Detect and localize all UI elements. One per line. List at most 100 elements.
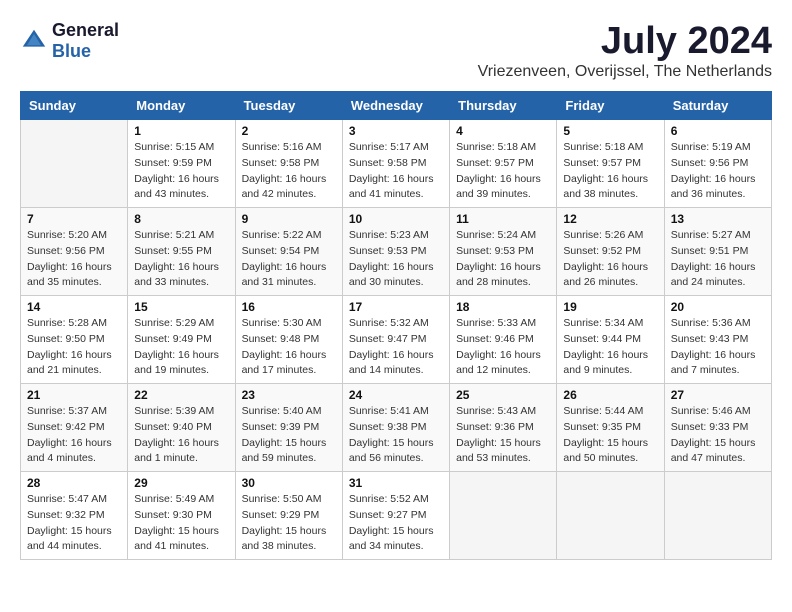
calendar-cell: 11 Sunrise: 5:24 AM Sunset: 9:53 PM Dayli… <box>450 208 557 296</box>
calendar-cell: 17Sunrise: 5:32 AM Sunset: 9:47 PM Dayli… <box>342 296 449 384</box>
calendar-week-row: 1 Sunrise: 5:15 AM Sunset: 9:59 PM Daylig… <box>21 120 772 208</box>
logo-text-general: General <box>52 20 119 40</box>
day-number: 9 <box>242 212 336 226</box>
weekday-header: Saturday <box>664 92 771 120</box>
day-number: 24 <box>349 388 443 402</box>
day-info: Sunrise: 5:29 AM Sunset: 9:49 PM Dayligh… <box>134 316 228 379</box>
calendar-cell: 12Sunrise: 5:26 AM Sunset: 9:52 PM Dayli… <box>557 208 664 296</box>
calendar-cell: 30 Sunrise: 5:50 AM Sunset: 9:29 PM Dayli… <box>235 472 342 560</box>
day-info: Sunrise: 5:16 AM Sunset: 9:58 PM Dayligh… <box>242 140 336 203</box>
calendar-cell: 4 Sunrise: 5:18 AM Sunset: 9:57 PM Daylig… <box>450 120 557 208</box>
day-info: Sunrise: 5:37 AM Sunset: 9:42 PM Dayligh… <box>27 404 121 467</box>
calendar-cell <box>664 472 771 560</box>
day-info: Sunrise: 5:43 AM Sunset: 9:36 PM Dayligh… <box>456 404 550 467</box>
logo-text-blue: Blue <box>52 41 91 61</box>
calendar-cell: 22Sunrise: 5:39 AM Sunset: 9:40 PM Dayli… <box>128 384 235 472</box>
calendar-week-row: 14Sunrise: 5:28 AM Sunset: 9:50 PM Dayli… <box>21 296 772 384</box>
subtitle: Vriezenveen, Overijssel, The Netherlands <box>478 63 772 81</box>
day-info: Sunrise: 5:15 AM Sunset: 9:59 PM Dayligh… <box>134 140 228 203</box>
calendar-cell: 16 Sunrise: 5:30 AM Sunset: 9:48 PM Dayli… <box>235 296 342 384</box>
day-info: Sunrise: 5:46 AM Sunset: 9:33 PM Dayligh… <box>671 404 765 467</box>
day-info: Sunrise: 5:39 AM Sunset: 9:40 PM Dayligh… <box>134 404 228 467</box>
day-number: 20 <box>671 300 765 314</box>
weekday-header: Wednesday <box>342 92 449 120</box>
calendar-cell: 14Sunrise: 5:28 AM Sunset: 9:50 PM Dayli… <box>21 296 128 384</box>
logo: General Blue <box>20 20 119 62</box>
day-number: 3 <box>349 124 443 138</box>
day-number: 19 <box>563 300 657 314</box>
calendar-cell: 27 Sunrise: 5:46 AM Sunset: 9:33 PM Dayli… <box>664 384 771 472</box>
calendar-cell: 21 Sunrise: 5:37 AM Sunset: 9:42 PM Dayli… <box>21 384 128 472</box>
day-info: Sunrise: 5:17 AM Sunset: 9:58 PM Dayligh… <box>349 140 443 203</box>
calendar-cell: 13 Sunrise: 5:27 AM Sunset: 9:51 PM Dayli… <box>664 208 771 296</box>
day-number: 4 <box>456 124 550 138</box>
calendar-week-row: 7Sunrise: 5:20 AM Sunset: 9:56 PM Daylig… <box>21 208 772 296</box>
day-info: Sunrise: 5:52 AM Sunset: 9:27 PM Dayligh… <box>349 492 443 555</box>
day-number: 5 <box>563 124 657 138</box>
day-info: Sunrise: 5:18 AM Sunset: 9:57 PM Dayligh… <box>456 140 550 203</box>
day-info: Sunrise: 5:49 AM Sunset: 9:30 PM Dayligh… <box>134 492 228 555</box>
day-number: 1 <box>134 124 228 138</box>
day-number: 6 <box>671 124 765 138</box>
calendar-cell: 7Sunrise: 5:20 AM Sunset: 9:56 PM Daylig… <box>21 208 128 296</box>
day-info: Sunrise: 5:27 AM Sunset: 9:51 PM Dayligh… <box>671 228 765 291</box>
day-info: Sunrise: 5:22 AM Sunset: 9:54 PM Dayligh… <box>242 228 336 291</box>
calendar-cell: 18 Sunrise: 5:33 AM Sunset: 9:46 PM Dayli… <box>450 296 557 384</box>
day-info: Sunrise: 5:41 AM Sunset: 9:38 PM Dayligh… <box>349 404 443 467</box>
day-number: 30 <box>242 476 336 490</box>
day-info: Sunrise: 5:24 AM Sunset: 9:53 PM Dayligh… <box>456 228 550 291</box>
day-info: Sunrise: 5:33 AM Sunset: 9:46 PM Dayligh… <box>456 316 550 379</box>
calendar-cell: 3 Sunrise: 5:17 AM Sunset: 9:58 PM Daylig… <box>342 120 449 208</box>
calendar-cell: 29 Sunrise: 5:49 AM Sunset: 9:30 PM Dayli… <box>128 472 235 560</box>
calendar-week-row: 28Sunrise: 5:47 AM Sunset: 9:32 PM Dayli… <box>21 472 772 560</box>
day-number: 28 <box>27 476 121 490</box>
day-info: Sunrise: 5:23 AM Sunset: 9:53 PM Dayligh… <box>349 228 443 291</box>
day-number: 17 <box>349 300 443 314</box>
day-info: Sunrise: 5:44 AM Sunset: 9:35 PM Dayligh… <box>563 404 657 467</box>
day-number: 29 <box>134 476 228 490</box>
day-info: Sunrise: 5:21 AM Sunset: 9:55 PM Dayligh… <box>134 228 228 291</box>
day-number: 27 <box>671 388 765 402</box>
logo-icon <box>20 27 48 55</box>
calendar-cell: 1 Sunrise: 5:15 AM Sunset: 9:59 PM Daylig… <box>128 120 235 208</box>
weekday-header: Monday <box>128 92 235 120</box>
calendar-cell <box>21 120 128 208</box>
day-number: 12 <box>563 212 657 226</box>
calendar-cell: 10 Sunrise: 5:23 AM Sunset: 9:53 PM Dayli… <box>342 208 449 296</box>
day-number: 13 <box>671 212 765 226</box>
day-info: Sunrise: 5:20 AM Sunset: 9:56 PM Dayligh… <box>27 228 121 291</box>
calendar-cell <box>557 472 664 560</box>
day-number: 26 <box>563 388 657 402</box>
weekday-header: Tuesday <box>235 92 342 120</box>
day-number: 10 <box>349 212 443 226</box>
weekday-header: Thursday <box>450 92 557 120</box>
day-number: 2 <box>242 124 336 138</box>
calendar-cell: 5 Sunrise: 5:18 AM Sunset: 9:57 PM Daylig… <box>557 120 664 208</box>
day-number: 16 <box>242 300 336 314</box>
day-number: 18 <box>456 300 550 314</box>
day-info: Sunrise: 5:34 AM Sunset: 9:44 PM Dayligh… <box>563 316 657 379</box>
calendar-cell: 15Sunrise: 5:29 AM Sunset: 9:49 PM Dayli… <box>128 296 235 384</box>
calendar-header-row: SundayMondayTuesdayWednesdayThursdayFrid… <box>21 92 772 120</box>
calendar-cell: 8Sunrise: 5:21 AM Sunset: 9:55 PM Daylig… <box>128 208 235 296</box>
day-info: Sunrise: 5:30 AM Sunset: 9:48 PM Dayligh… <box>242 316 336 379</box>
day-info: Sunrise: 5:18 AM Sunset: 9:57 PM Dayligh… <box>563 140 657 203</box>
day-number: 11 <box>456 212 550 226</box>
calendar-cell: 25Sunrise: 5:43 AM Sunset: 9:36 PM Dayli… <box>450 384 557 472</box>
calendar-cell: 19 Sunrise: 5:34 AM Sunset: 9:44 PM Dayli… <box>557 296 664 384</box>
calendar-cell: 9 Sunrise: 5:22 AM Sunset: 9:54 PM Daylig… <box>235 208 342 296</box>
day-number: 21 <box>27 388 121 402</box>
calendar-week-row: 21 Sunrise: 5:37 AM Sunset: 9:42 PM Dayli… <box>21 384 772 472</box>
day-info: Sunrise: 5:50 AM Sunset: 9:29 PM Dayligh… <box>242 492 336 555</box>
day-number: 23 <box>242 388 336 402</box>
main-title: July 2024 <box>478 20 772 63</box>
calendar-cell: 28Sunrise: 5:47 AM Sunset: 9:32 PM Dayli… <box>21 472 128 560</box>
day-number: 14 <box>27 300 121 314</box>
day-info: Sunrise: 5:19 AM Sunset: 9:56 PM Dayligh… <box>671 140 765 203</box>
day-info: Sunrise: 5:40 AM Sunset: 9:39 PM Dayligh… <box>242 404 336 467</box>
calendar-cell <box>450 472 557 560</box>
day-info: Sunrise: 5:36 AM Sunset: 9:43 PM Dayligh… <box>671 316 765 379</box>
calendar-cell: 26 Sunrise: 5:44 AM Sunset: 9:35 PM Dayli… <box>557 384 664 472</box>
calendar-cell: 31 Sunrise: 5:52 AM Sunset: 9:27 PM Dayli… <box>342 472 449 560</box>
day-number: 31 <box>349 476 443 490</box>
